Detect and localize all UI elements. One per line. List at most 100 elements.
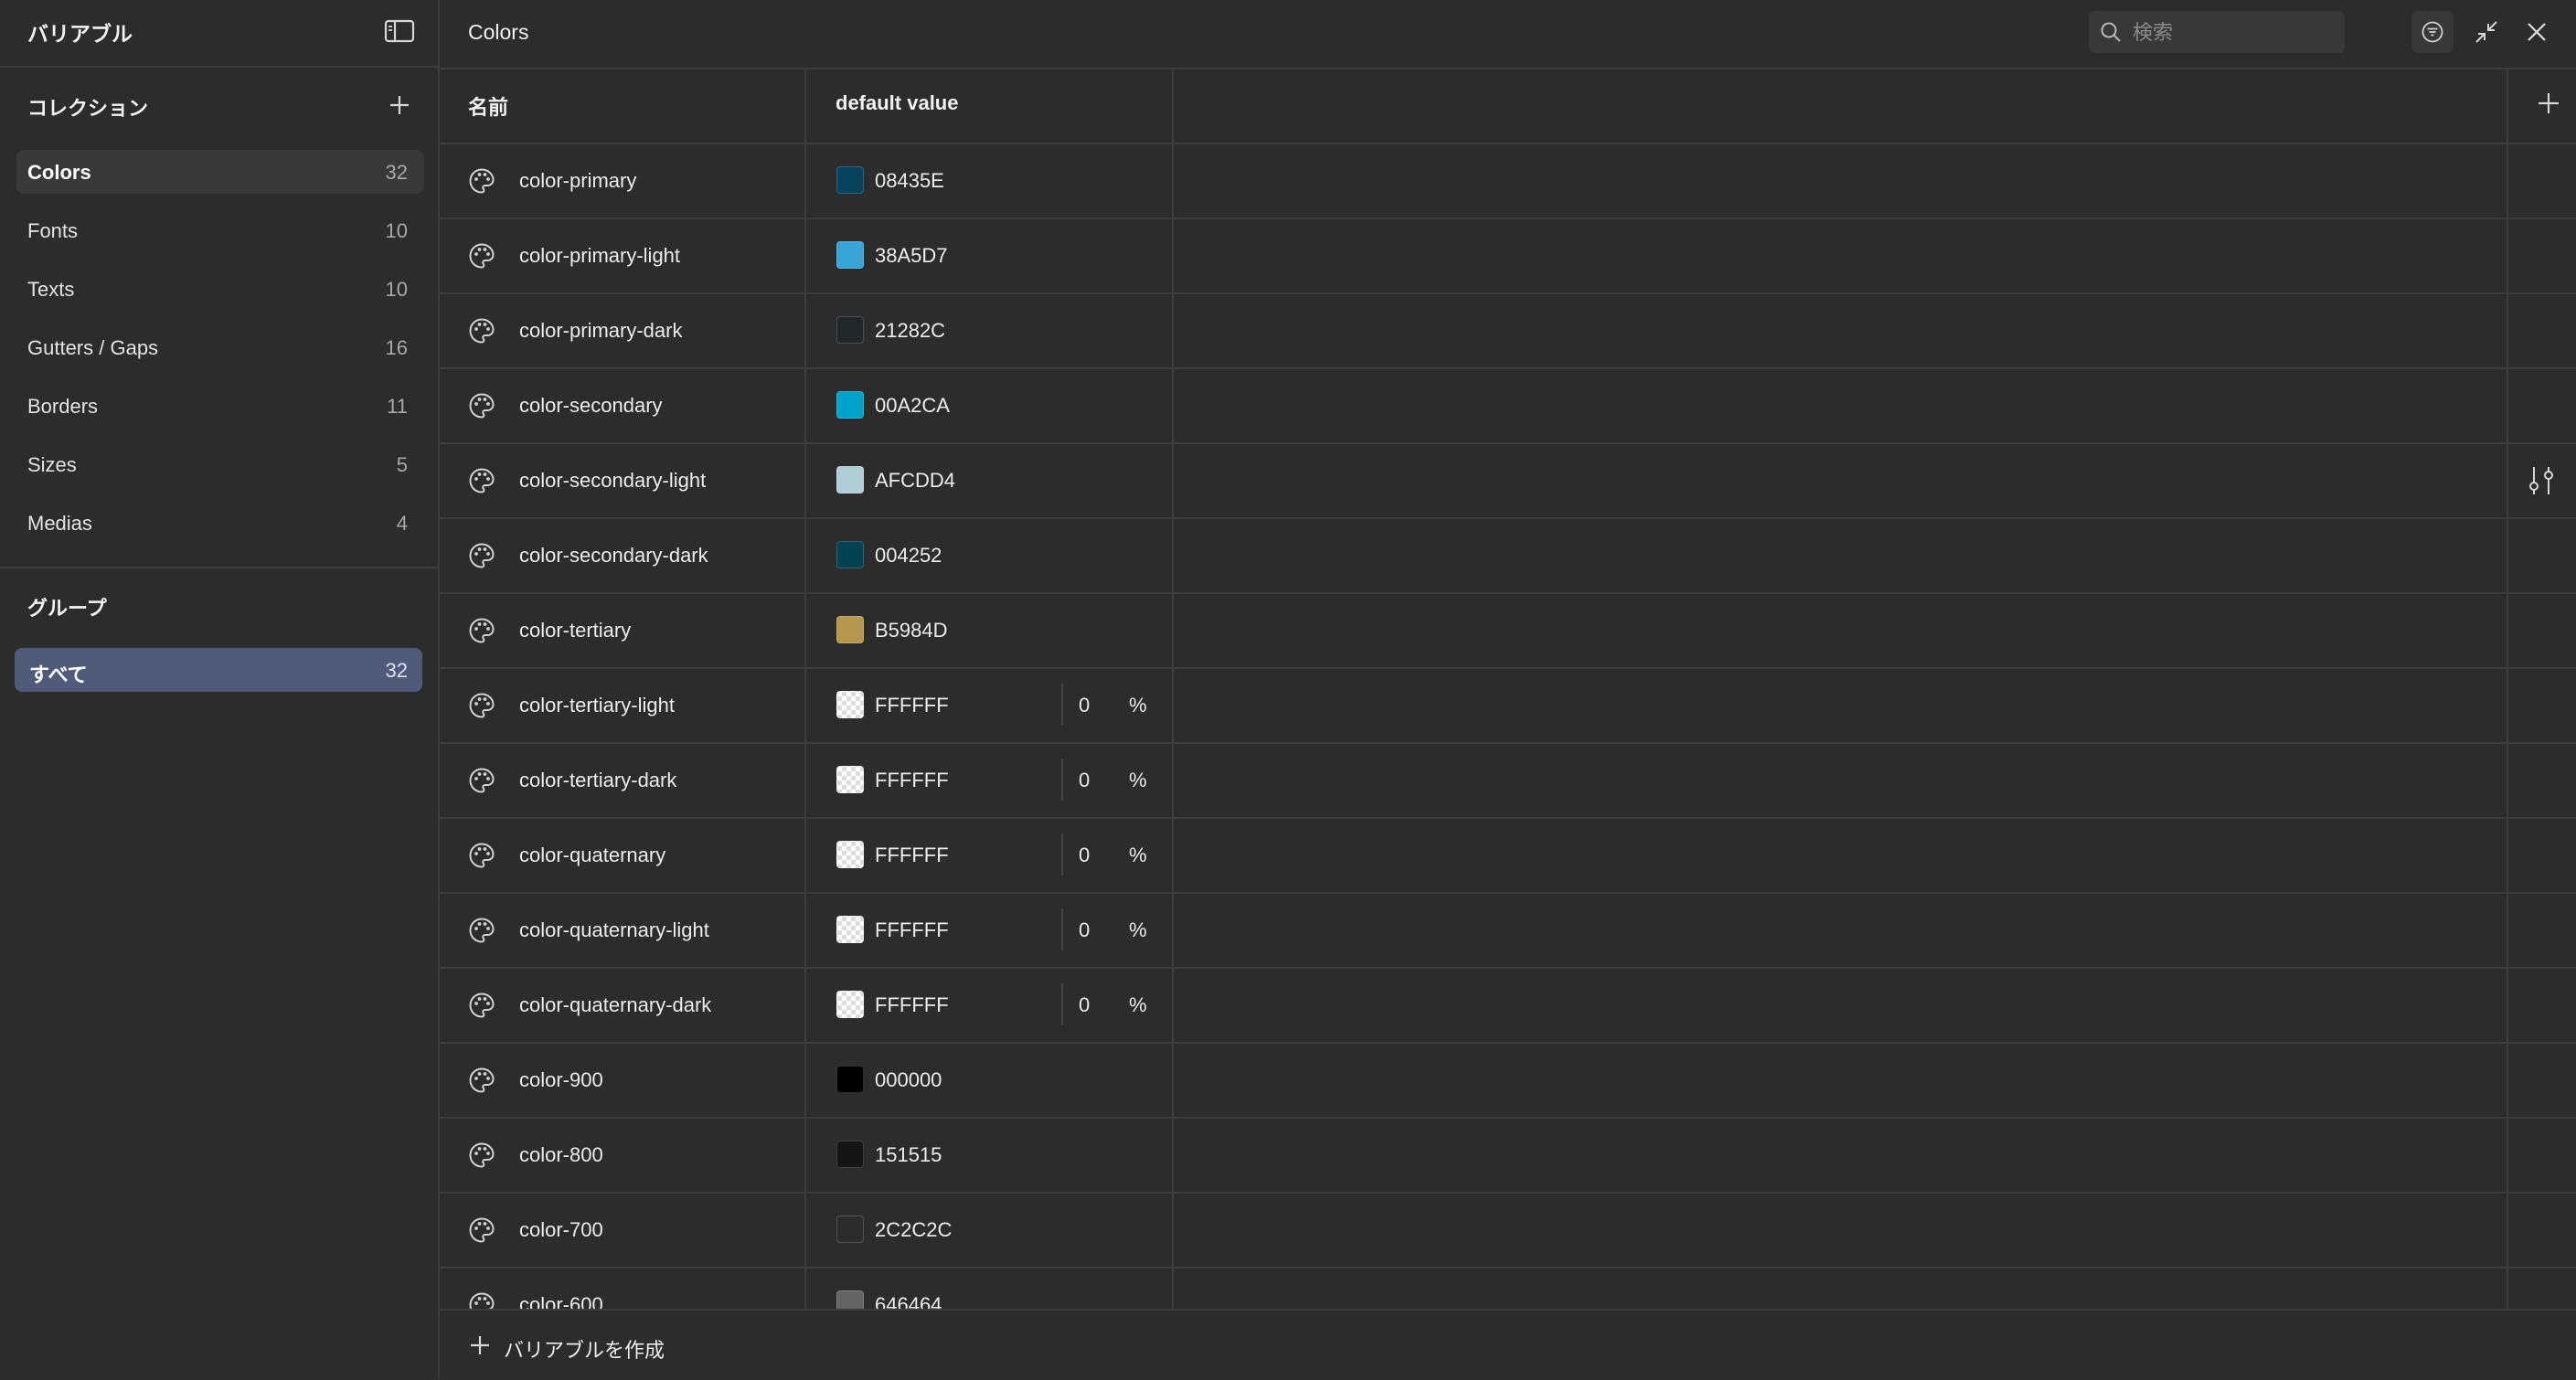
color-swatch[interactable]	[836, 1141, 864, 1168]
collapse-icon[interactable]	[2473, 18, 2500, 46]
color-swatch[interactable]	[836, 391, 864, 419]
table-row[interactable]: color-700 2C2C2C	[440, 1194, 2576, 1269]
variable-name[interactable]: color-quaternary	[519, 844, 665, 867]
variable-name[interactable]: color-secondary-light	[519, 469, 706, 493]
opacity-value[interactable]: 0	[1079, 844, 1090, 867]
table-row[interactable]: color-secondary-dark 004252	[440, 519, 2576, 594]
palette-icon	[467, 766, 496, 795]
hex-value[interactable]: FFFFFF	[875, 694, 949, 717]
color-swatch[interactable]	[836, 316, 864, 344]
sidebar: バリアブル コレクション Colors 32 Fonts 10 Texts 10 Gutte…	[0, 0, 440, 1378]
color-swatch[interactable]	[836, 1290, 864, 1309]
hex-value[interactable]: 08435E	[875, 169, 944, 193]
table-row[interactable]: color-primary-dark 21282C	[440, 294, 2576, 369]
palette-icon	[467, 991, 496, 1020]
opacity-unit: %	[1129, 993, 1147, 1016]
hex-value[interactable]: 00A2CA	[875, 394, 950, 418]
opacity-divider	[1061, 908, 1063, 950]
table-row[interactable]: color-quaternary-light FFFFFF 0%	[440, 894, 2576, 969]
hex-value[interactable]: B5984D	[875, 619, 948, 642]
hex-value[interactable]: AFCDD4	[875, 469, 955, 493]
color-swatch[interactable]	[836, 1066, 864, 1093]
variable-name[interactable]: color-primary	[519, 169, 636, 193]
footer: バリアブルを作成	[440, 1309, 2576, 1380]
hex-value[interactable]: 004252	[875, 544, 942, 568]
opacity-unit: %	[1129, 918, 1147, 941]
collection-item-gutters-gaps[interactable]: Gutters / Gaps 16	[16, 325, 424, 369]
add-mode-button[interactable]	[2535, 90, 2562, 117]
collection-item-fonts[interactable]: Fonts 10	[16, 208, 424, 252]
hex-value[interactable]: FFFFFF	[875, 844, 949, 867]
filter-button[interactable]	[2411, 11, 2454, 53]
column-header-name[interactable]: 名前	[468, 91, 508, 121]
color-swatch[interactable]	[836, 166, 864, 194]
group-item-all[interactable]: すべて 32	[15, 648, 422, 692]
opacity-value[interactable]: 0	[1079, 694, 1090, 717]
collection-item-medias[interactable]: Medias 4	[16, 501, 424, 545]
variable-name[interactable]: color-tertiary	[519, 619, 631, 642]
table-row[interactable]: color-secondary-light AFCDD4	[440, 444, 2576, 519]
collection-item-sizes[interactable]: Sizes 5	[16, 442, 424, 486]
table-row[interactable]: color-quaternary-dark FFFFFF 0%	[440, 969, 2576, 1044]
color-swatch[interactable]	[836, 541, 864, 568]
table-row[interactable]: color-tertiary B5984D	[440, 594, 2576, 669]
table-row[interactable]: color-tertiary-light FFFFFF 0%	[440, 669, 2576, 744]
search-box[interactable]	[2089, 11, 2345, 53]
color-swatch[interactable]	[836, 1215, 864, 1243]
variable-name[interactable]: color-600	[519, 1293, 603, 1309]
hex-value[interactable]: FFFFFF	[875, 769, 949, 792]
table-row[interactable]: color-primary 08435E	[440, 144, 2576, 219]
color-swatch[interactable]	[836, 616, 864, 643]
collection-item-borders[interactable]: Borders 11	[16, 384, 424, 428]
hex-value[interactable]: 2C2C2C	[875, 1218, 952, 1242]
hex-value[interactable]: 646464	[875, 1293, 942, 1309]
table-row[interactable]: color-secondary 00A2CA	[440, 369, 2576, 444]
opacity-value[interactable]: 0	[1079, 918, 1090, 942]
variable-name[interactable]: color-700	[519, 1218, 603, 1242]
table-row[interactable]: color-primary-light 38A5D7	[440, 219, 2576, 294]
variable-name[interactable]: color-primary-light	[519, 244, 680, 268]
palette-icon	[467, 541, 496, 570]
variable-name[interactable]: color-quaternary-light	[519, 918, 709, 942]
hex-value[interactable]: FFFFFF	[875, 993, 949, 1017]
sidebar-panel-icon[interactable]	[384, 18, 415, 44]
variable-name[interactable]: color-quaternary-dark	[519, 993, 711, 1017]
hex-value[interactable]: 000000	[875, 1068, 942, 1092]
color-swatch[interactable]	[836, 841, 864, 868]
opacity-value[interactable]: 0	[1079, 769, 1090, 792]
collection-item-colors[interactable]: Colors 32	[16, 150, 424, 194]
add-collection-button[interactable]	[387, 92, 412, 118]
palette-icon	[467, 1141, 496, 1170]
color-swatch[interactable]	[836, 991, 864, 1018]
close-icon[interactable]	[2523, 18, 2550, 46]
variable-name[interactable]: color-tertiary-light	[519, 694, 675, 717]
table-row[interactable]: color-800 151515	[440, 1119, 2576, 1194]
table-row[interactable]: color-600 646464	[440, 1269, 2576, 1309]
opacity-value[interactable]: 0	[1079, 993, 1090, 1017]
hex-value[interactable]: 151515	[875, 1143, 942, 1167]
table-row[interactable]: color-900 000000	[440, 1044, 2576, 1119]
color-swatch[interactable]	[836, 691, 864, 718]
variable-name[interactable]: color-secondary	[519, 394, 663, 418]
variable-name[interactable]: color-800	[519, 1143, 603, 1167]
color-swatch[interactable]	[836, 241, 864, 269]
collection-count: 10	[385, 278, 408, 301]
variable-settings-icon[interactable]	[2526, 464, 2557, 497]
search-input[interactable]	[2131, 18, 2336, 48]
variable-name[interactable]: color-900	[519, 1068, 603, 1092]
variable-name[interactable]: color-secondary-dark	[519, 544, 708, 568]
table-row[interactable]: color-tertiary-dark FFFFFF 0%	[440, 744, 2576, 819]
color-swatch[interactable]	[836, 916, 864, 943]
collection-count: 5	[396, 453, 408, 476]
hex-value[interactable]: 38A5D7	[875, 244, 948, 268]
table-row[interactable]: color-quaternary FFFFFF 0%	[440, 819, 2576, 894]
color-swatch[interactable]	[836, 766, 864, 793]
variable-name[interactable]: color-tertiary-dark	[519, 769, 676, 792]
collection-item-texts[interactable]: Texts 10	[16, 267, 424, 311]
column-header-default-value[interactable]: default value	[836, 91, 958, 115]
color-swatch[interactable]	[836, 466, 864, 494]
variable-name[interactable]: color-primary-dark	[519, 319, 682, 343]
hex-value[interactable]: FFFFFF	[875, 918, 949, 942]
hex-value[interactable]: 21282C	[875, 319, 945, 343]
opacity-unit: %	[1129, 844, 1147, 866]
